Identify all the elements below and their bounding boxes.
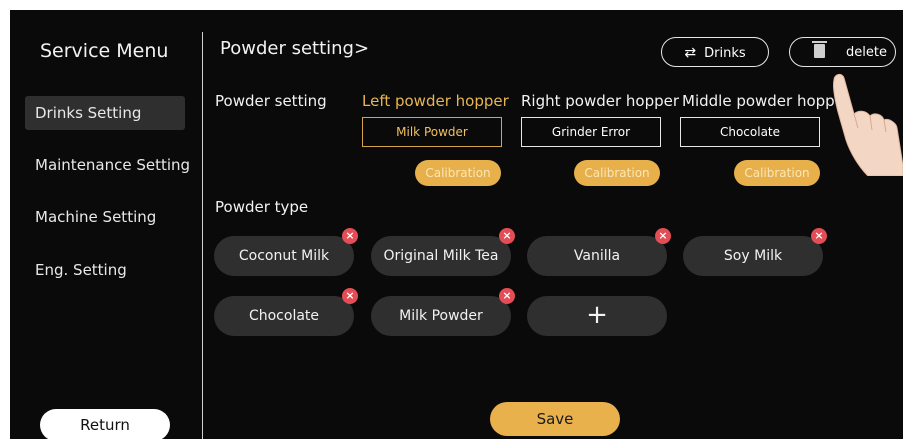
powder-chip-vanilla[interactable]: Vanilla ×	[527, 228, 671, 276]
middle-hopper-select[interactable]: Chocolate	[680, 117, 820, 147]
sidebar-item-label: Machine Setting	[35, 208, 157, 226]
swap-arrows-icon: ⇄	[684, 45, 697, 61]
service-screen: Service Menu Drinks Setting Maintenance …	[10, 10, 903, 439]
return-button[interactable]: Return	[40, 409, 170, 439]
sidebar-item-machine-setting[interactable]: Machine Setting	[25, 200, 156, 234]
sidebar-title: Service Menu	[40, 40, 169, 62]
powder-chip-soy-milk[interactable]: Soy Milk ×	[683, 228, 827, 276]
sidebar-item-label: Eng. Setting	[35, 261, 127, 279]
right-hopper-title: Right powder hopper	[521, 92, 680, 110]
middle-calibration-button[interactable]: Calibration	[734, 160, 820, 186]
powder-chip-chocolate[interactable]: Chocolate ×	[214, 288, 358, 336]
chip-label: Chocolate	[248, 308, 320, 324]
remove-icon[interactable]: ×	[342, 228, 358, 244]
powder-type-label: Powder type	[215, 198, 309, 216]
chip-label: Vanilla	[573, 248, 621, 264]
powder-setting-label: Powder setting	[215, 92, 327, 110]
remove-icon[interactable]: ×	[811, 228, 827, 244]
remove-icon[interactable]: ×	[499, 288, 515, 304]
chip-label: Original Milk Tea	[383, 248, 499, 264]
sidebar: Service Menu Drinks Setting Maintenance …	[10, 10, 202, 439]
remove-icon[interactable]: ×	[342, 288, 358, 304]
pointing-hand-icon	[833, 73, 903, 176]
left-hopper-select[interactable]: Milk Powder	[362, 117, 502, 147]
sidebar-item-label: Maintenance Setting	[35, 156, 191, 174]
breadcrumb: Powder setting>	[220, 38, 370, 59]
sidebar-item-maintenance-setting[interactable]: Maintenance Setting	[25, 148, 190, 182]
sidebar-item-eng-setting[interactable]: Eng. Setting	[25, 253, 127, 287]
sidebar-item-drinks-setting[interactable]: Drinks Setting	[25, 96, 185, 130]
remove-icon[interactable]: ×	[499, 228, 515, 244]
delete-button[interactable]: delete	[789, 37, 896, 67]
add-powder-type-button[interactable]: +	[527, 296, 667, 336]
drinks-button-label: Drinks	[704, 46, 746, 61]
powder-chip-milk-powder[interactable]: Milk Powder ×	[371, 288, 515, 336]
chip-label: Milk Powder	[399, 308, 483, 324]
right-calibration-button[interactable]: Calibration	[574, 160, 660, 186]
sidebar-item-label: Drinks Setting	[35, 104, 142, 122]
left-hopper-title: Left powder hopper	[362, 92, 509, 110]
remove-icon[interactable]: ×	[655, 228, 671, 244]
left-calibration-button[interactable]: Calibration	[415, 160, 501, 186]
powder-chip-coconut-milk[interactable]: Coconut Milk ×	[214, 228, 358, 276]
chip-label: Soy Milk	[723, 248, 783, 264]
chip-label: Coconut Milk	[238, 248, 330, 264]
sidebar-divider	[202, 32, 203, 439]
delete-button-label: delete	[846, 45, 887, 60]
trash-icon	[812, 41, 827, 58]
right-hopper-select[interactable]: Grinder Error	[521, 117, 661, 147]
powder-chip-original-milk-tea[interactable]: Original Milk Tea ×	[371, 228, 515, 276]
drinks-button[interactable]: ⇄ Drinks	[661, 37, 769, 67]
middle-hopper-title: Middle powder hopp	[682, 92, 835, 110]
save-button[interactable]: Save	[490, 402, 620, 436]
plus-icon: +	[586, 300, 608, 330]
